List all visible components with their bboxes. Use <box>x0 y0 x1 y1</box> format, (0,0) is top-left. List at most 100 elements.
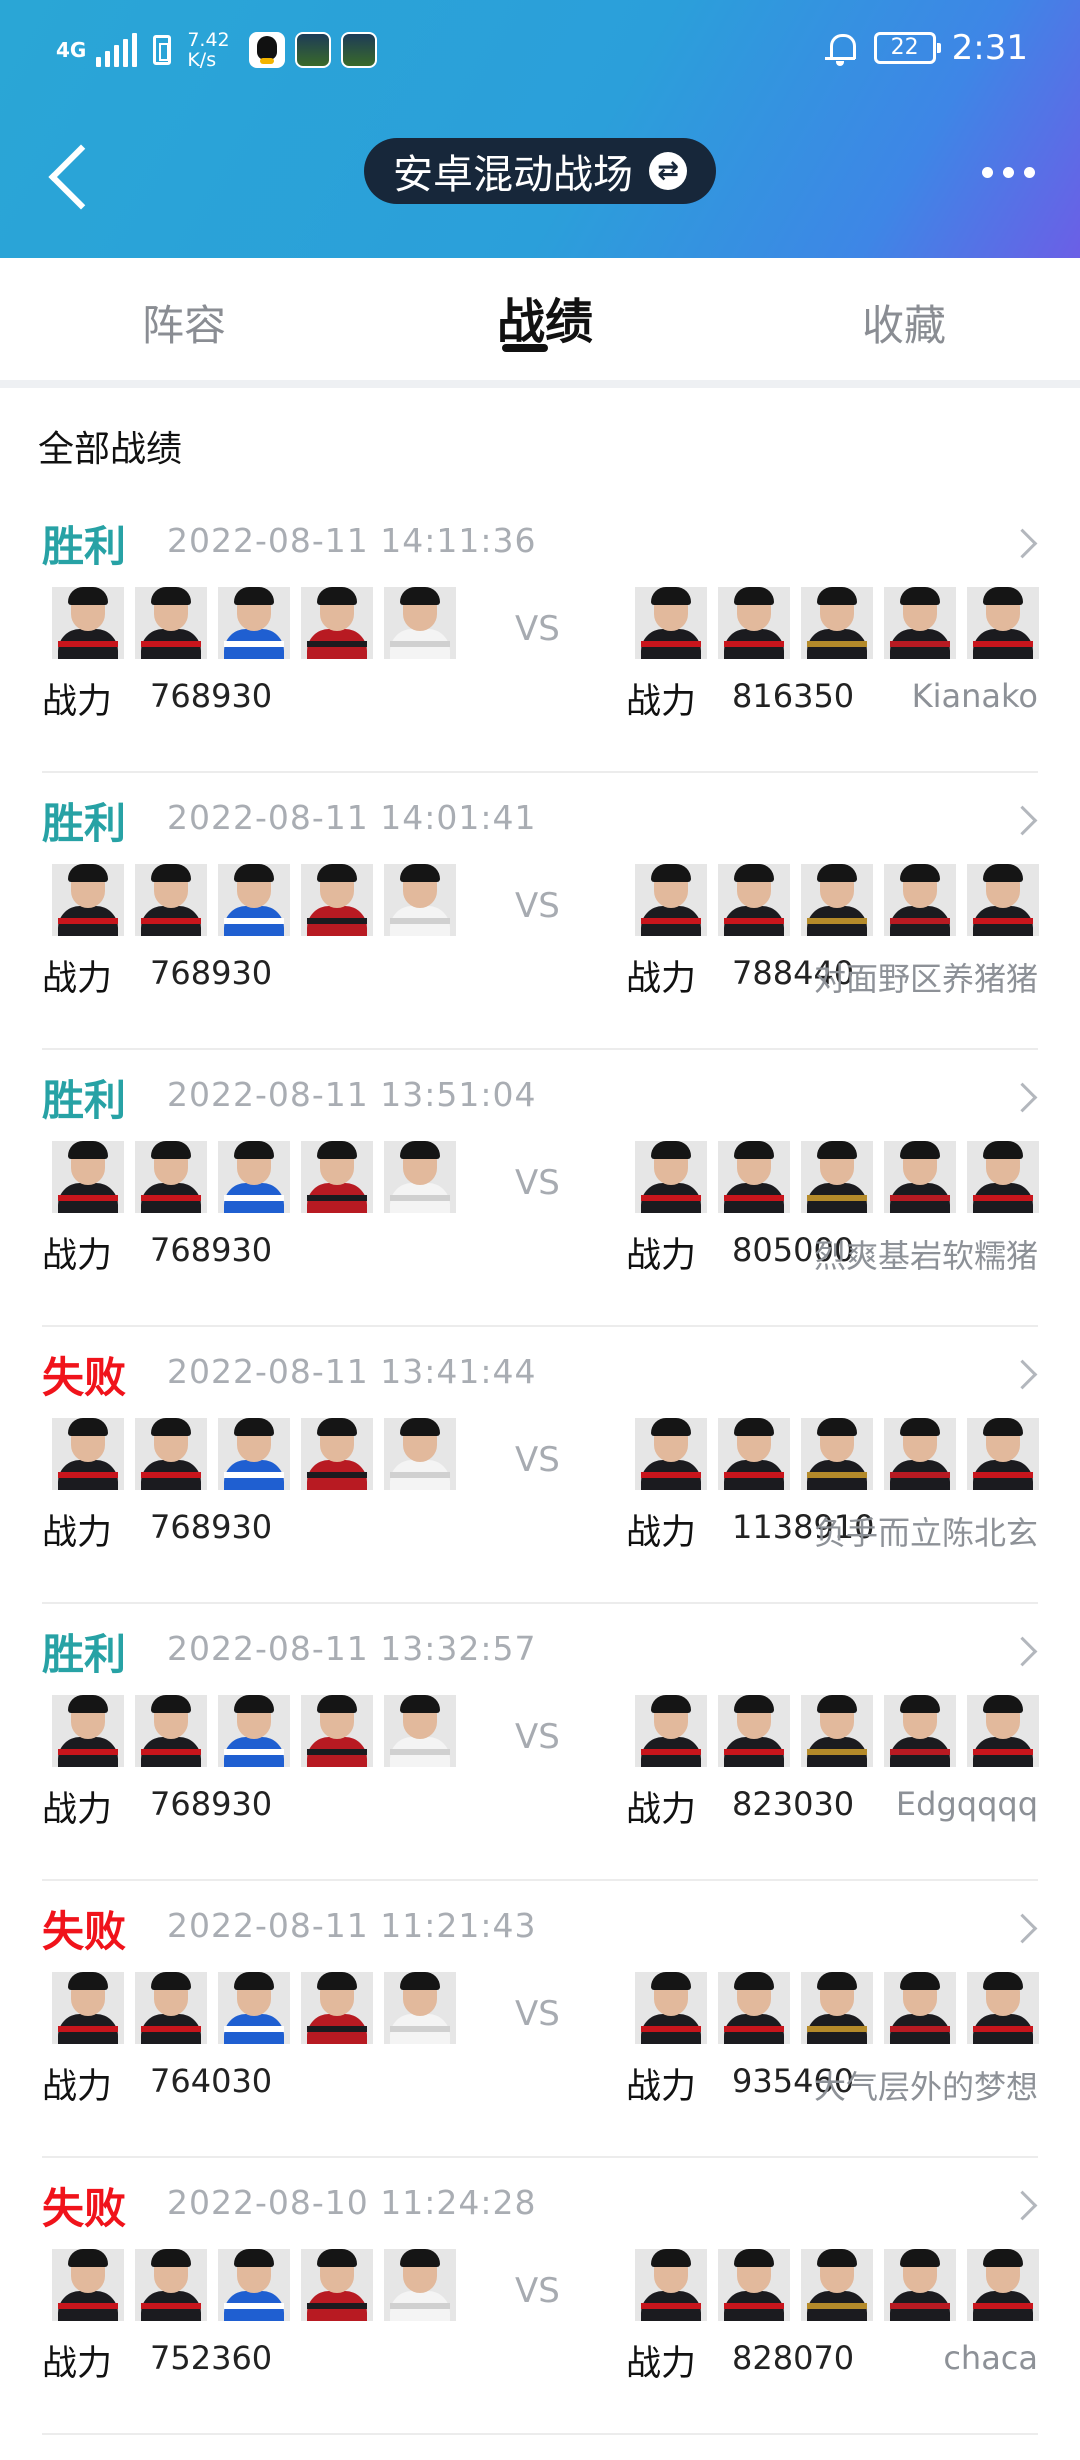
player-avatar[interactable] <box>635 1972 707 2044</box>
player-avatar[interactable] <box>218 1418 290 1490</box>
my-power-label: 战力 <box>42 1236 113 1276</box>
match-row[interactable]: 失败 2022-08-11 11:21:43 VS 战力 764030 战力 935460 大… <box>0 1898 1080 2175</box>
player-avatar[interactable] <box>301 1695 373 1767</box>
player-avatar[interactable] <box>718 1418 790 1490</box>
player-avatar[interactable] <box>52 1695 124 1767</box>
player-avatar[interactable] <box>635 587 707 659</box>
player-avatar[interactable] <box>801 1141 873 1213</box>
mode-switch-button[interactable]: 安卓混动战场 <box>364 138 716 204</box>
chevron-right-icon[interactable] <box>1012 1081 1038 1111</box>
my-power-value: 768930 <box>150 1785 273 1823</box>
player-avatar[interactable] <box>384 1141 456 1213</box>
player-avatar[interactable] <box>135 1141 207 1213</box>
player-avatar[interactable] <box>884 864 956 936</box>
match-row[interactable]: 失败 2022-08-11 13:41:44 VS 战力 768930 战力 1138910… <box>0 1344 1080 1621</box>
player-avatar[interactable] <box>635 1141 707 1213</box>
player-avatar[interactable] <box>135 2249 207 2321</box>
player-avatar[interactable] <box>218 864 290 936</box>
player-avatar[interactable] <box>52 1418 124 1490</box>
match-row[interactable]: 胜利 2022-08-11 13:51:04 VS 战力 768930 战力 805000 烈… <box>0 1067 1080 1344</box>
speed-value: 7.42 <box>187 29 230 51</box>
player-avatar[interactable] <box>635 1418 707 1490</box>
tab-lineup[interactable]: 阵容 <box>142 292 226 353</box>
player-avatar[interactable] <box>884 1141 956 1213</box>
chevron-right-icon[interactable] <box>1012 1635 1038 1665</box>
player-avatar[interactable] <box>384 864 456 936</box>
player-avatar[interactable] <box>135 1695 207 1767</box>
player-avatar[interactable] <box>218 2249 290 2321</box>
chevron-right-icon[interactable] <box>1012 2189 1038 2219</box>
player-avatar[interactable] <box>884 2249 956 2321</box>
opponent-team-avatars <box>635 587 1039 659</box>
player-avatar[interactable] <box>135 1972 207 2044</box>
chevron-right-icon[interactable] <box>1012 1358 1038 1388</box>
my-team-avatars <box>52 1695 456 1767</box>
my-team-avatars <box>52 587 456 659</box>
player-avatar[interactable] <box>884 1695 956 1767</box>
player-avatar[interactable] <box>384 1695 456 1767</box>
player-avatar[interactable] <box>801 2249 873 2321</box>
player-avatar[interactable] <box>218 587 290 659</box>
player-avatar[interactable] <box>52 1972 124 2044</box>
player-avatar[interactable] <box>967 1972 1039 2044</box>
player-avatar[interactable] <box>801 864 873 936</box>
player-avatar[interactable] <box>301 1418 373 1490</box>
player-avatar[interactable] <box>135 1418 207 1490</box>
my-power-value: 764030 <box>150 2062 273 2100</box>
opponent-team-avatars <box>635 1141 1039 1213</box>
player-avatar[interactable] <box>718 1972 790 2044</box>
player-avatar[interactable] <box>884 1972 956 2044</box>
player-avatar[interactable] <box>801 1972 873 2044</box>
more-button[interactable] <box>976 162 1040 182</box>
player-avatar[interactable] <box>384 2249 456 2321</box>
player-avatar[interactable] <box>718 1695 790 1767</box>
tab-favorites[interactable]: 收藏 <box>862 292 946 353</box>
player-avatar[interactable] <box>218 1141 290 1213</box>
match-row[interactable]: 失败 2022-08-10 11:24:28 VS 战力 752360 战力 828070 c… <box>0 2175 1080 2452</box>
player-avatar[interactable] <box>301 1972 373 2044</box>
match-result: 胜利 <box>42 522 127 571</box>
player-avatar[interactable] <box>635 2249 707 2321</box>
player-avatar[interactable] <box>218 1695 290 1767</box>
player-avatar[interactable] <box>967 1695 1039 1767</box>
chevron-right-icon[interactable] <box>1012 527 1038 557</box>
player-avatar[interactable] <box>884 587 956 659</box>
player-avatar[interactable] <box>718 2249 790 2321</box>
match-row[interactable]: 胜利 2022-08-11 14:01:41 VS 战力 768930 战力 788440 对… <box>0 790 1080 1067</box>
player-avatar[interactable] <box>135 587 207 659</box>
player-avatar[interactable] <box>718 587 790 659</box>
player-avatar[interactable] <box>718 1141 790 1213</box>
match-row[interactable]: 胜利 2022-08-11 14:11:36 VS 战力 768930 战力 816350 K… <box>0 513 1080 790</box>
back-button[interactable] <box>40 134 100 214</box>
player-avatar[interactable] <box>967 2249 1039 2321</box>
player-avatar[interactable] <box>52 864 124 936</box>
player-avatar[interactable] <box>301 864 373 936</box>
player-avatar[interactable] <box>301 2249 373 2321</box>
player-avatar[interactable] <box>52 1141 124 1213</box>
player-avatar[interactable] <box>384 1418 456 1490</box>
player-avatar[interactable] <box>635 864 707 936</box>
player-avatar[interactable] <box>884 1418 956 1490</box>
player-avatar[interactable] <box>218 1972 290 2044</box>
player-avatar[interactable] <box>801 1418 873 1490</box>
player-avatar[interactable] <box>801 587 873 659</box>
tab-records[interactable]: 战绩 <box>497 282 593 352</box>
player-avatar[interactable] <box>52 2249 124 2321</box>
chevron-right-icon[interactable] <box>1012 1912 1038 1942</box>
player-avatar[interactable] <box>967 864 1039 936</box>
player-avatar[interactable] <box>801 1695 873 1767</box>
player-avatar[interactable] <box>967 1418 1039 1490</box>
player-avatar[interactable] <box>967 1141 1039 1213</box>
player-avatar[interactable] <box>135 864 207 936</box>
match-row[interactable]: 胜利 2022-08-11 13:32:57 VS 战力 768930 战力 823030 E… <box>0 1621 1080 1898</box>
player-avatar[interactable] <box>718 864 790 936</box>
player-avatar[interactable] <box>301 587 373 659</box>
player-avatar[interactable] <box>384 1972 456 2044</box>
vs-label: VS <box>515 609 560 649</box>
player-avatar[interactable] <box>52 587 124 659</box>
player-avatar[interactable] <box>967 587 1039 659</box>
chevron-right-icon[interactable] <box>1012 804 1038 834</box>
player-avatar[interactable] <box>301 1141 373 1213</box>
player-avatar[interactable] <box>384 587 456 659</box>
player-avatar[interactable] <box>635 1695 707 1767</box>
